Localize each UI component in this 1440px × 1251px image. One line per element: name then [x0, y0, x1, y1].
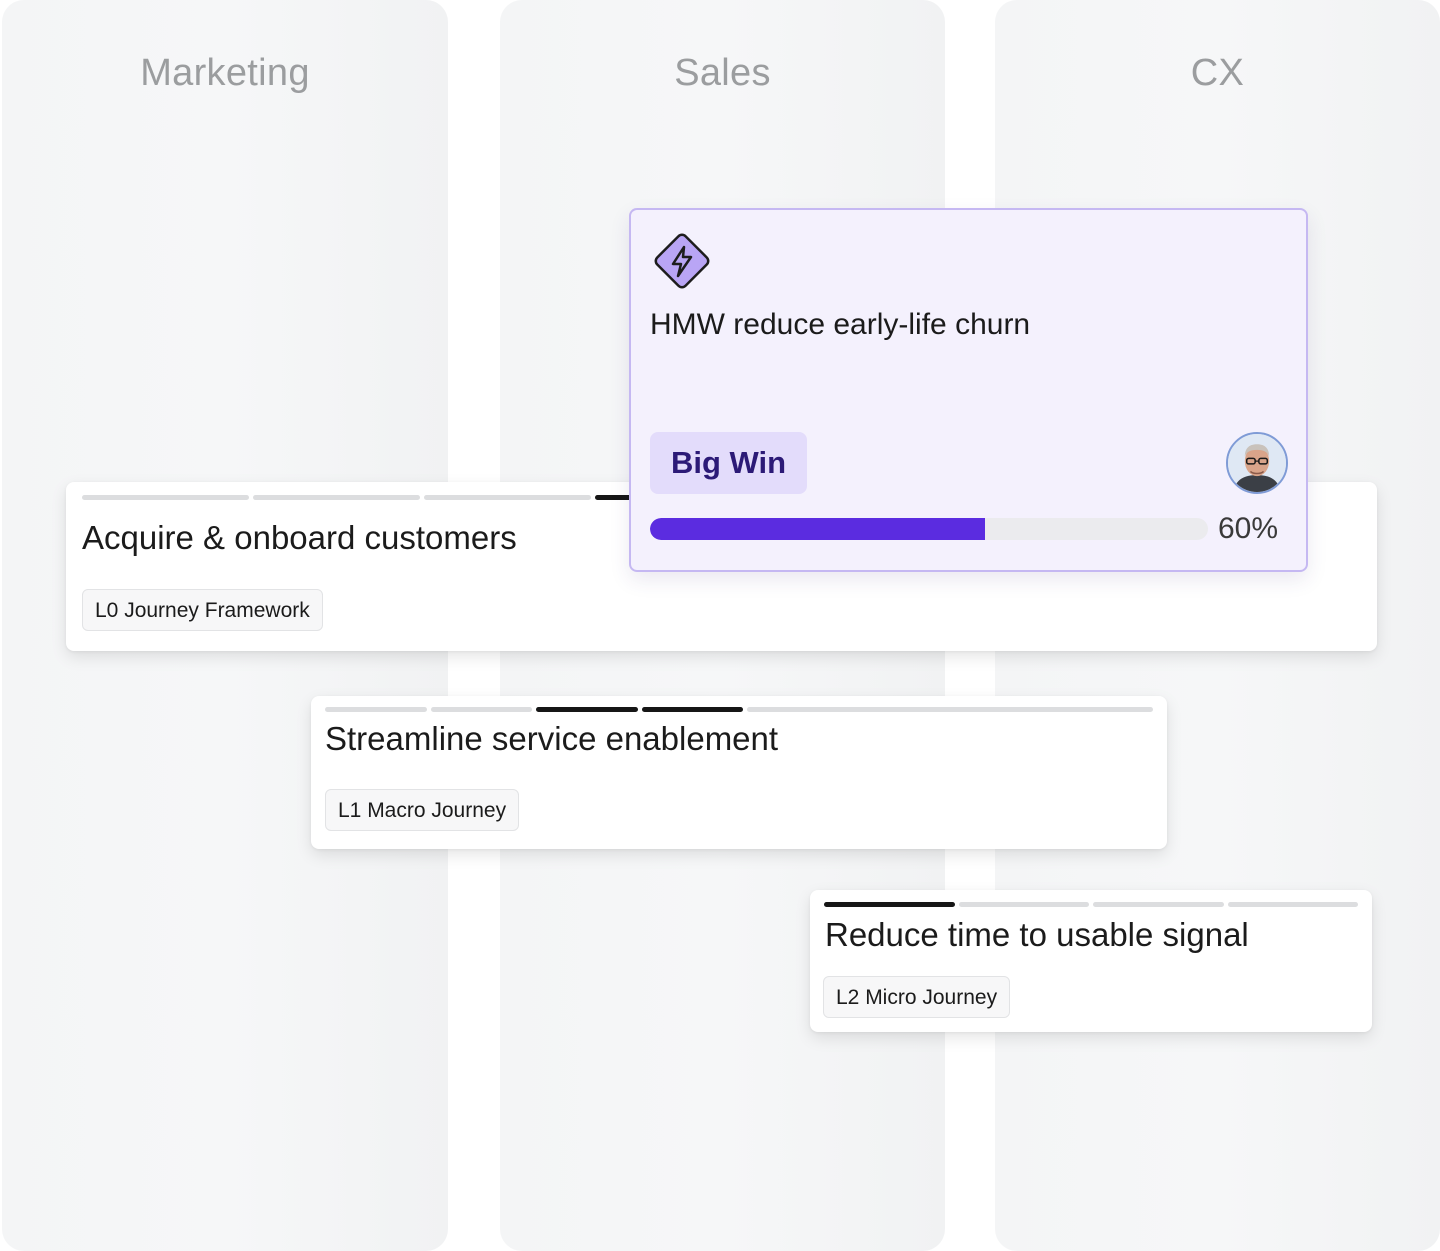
journey-level-tag: L1 Macro Journey — [325, 789, 520, 831]
lane-title: CX — [1190, 52, 1245, 94]
progress-bar — [650, 518, 1208, 540]
stage-segment-active — [536, 707, 638, 712]
stage-segment — [747, 707, 1153, 712]
avatar[interactable] — [1226, 432, 1288, 494]
stage-indicator — [824, 902, 1358, 907]
journey-level-tag: L0 Journey Framework — [82, 589, 323, 631]
stage-segment — [1093, 902, 1224, 907]
card-title: Acquire & onboard customers — [82, 519, 517, 556]
person-avatar-icon — [1228, 434, 1286, 492]
stage-segment-active — [641, 707, 743, 712]
hmw-opportunity-card[interactable]: HMW reduce early-life churn Big Win 60% — [629, 208, 1308, 572]
lane-title: Marketing — [140, 52, 310, 94]
lightning-bolt-icon — [654, 233, 710, 289]
progress-fill — [650, 518, 985, 540]
stage-segment — [424, 495, 591, 500]
progress-label: 60% — [1218, 512, 1279, 545]
journey-card-l1[interactable]: Streamline service enablement L1 Macro J… — [311, 696, 1167, 849]
journey-card-l2[interactable]: Reduce time to usable signal L2 Micro Jo… — [810, 890, 1372, 1032]
stage-segment — [430, 707, 532, 712]
journey-level-tag: L2 Micro Journey — [823, 976, 1011, 1018]
card-title: Reduce time to usable signal — [825, 916, 1249, 953]
stage-segment — [958, 902, 1089, 907]
lane-title: Sales — [674, 52, 771, 94]
stage-segment — [253, 495, 420, 500]
stage-segment — [325, 707, 427, 712]
stage-indicator — [325, 707, 1153, 712]
card-title: Streamline service enablement — [325, 720, 779, 757]
stage-segment — [82, 495, 249, 500]
impact-badge: Big Win — [650, 432, 808, 494]
stage-segment-active — [824, 902, 955, 907]
hmw-title: HMW reduce early-life churn — [650, 308, 1031, 341]
stage-segment — [1227, 902, 1358, 907]
